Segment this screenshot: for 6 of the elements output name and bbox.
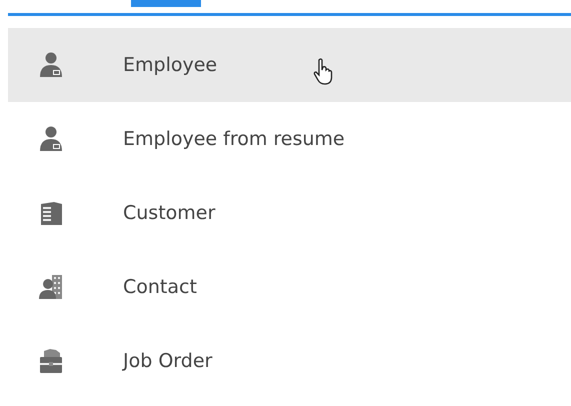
menu-item[interactable]: Employee	[8, 28, 571, 102]
menu-item[interactable]: Employee from resume	[8, 102, 571, 176]
menu-item[interactable]: Contact	[8, 250, 571, 324]
menu-item[interactable]: Job Order	[8, 324, 571, 398]
menu-item[interactable]: Customer	[8, 176, 571, 250]
hand-cursor-icon	[313, 58, 333, 86]
